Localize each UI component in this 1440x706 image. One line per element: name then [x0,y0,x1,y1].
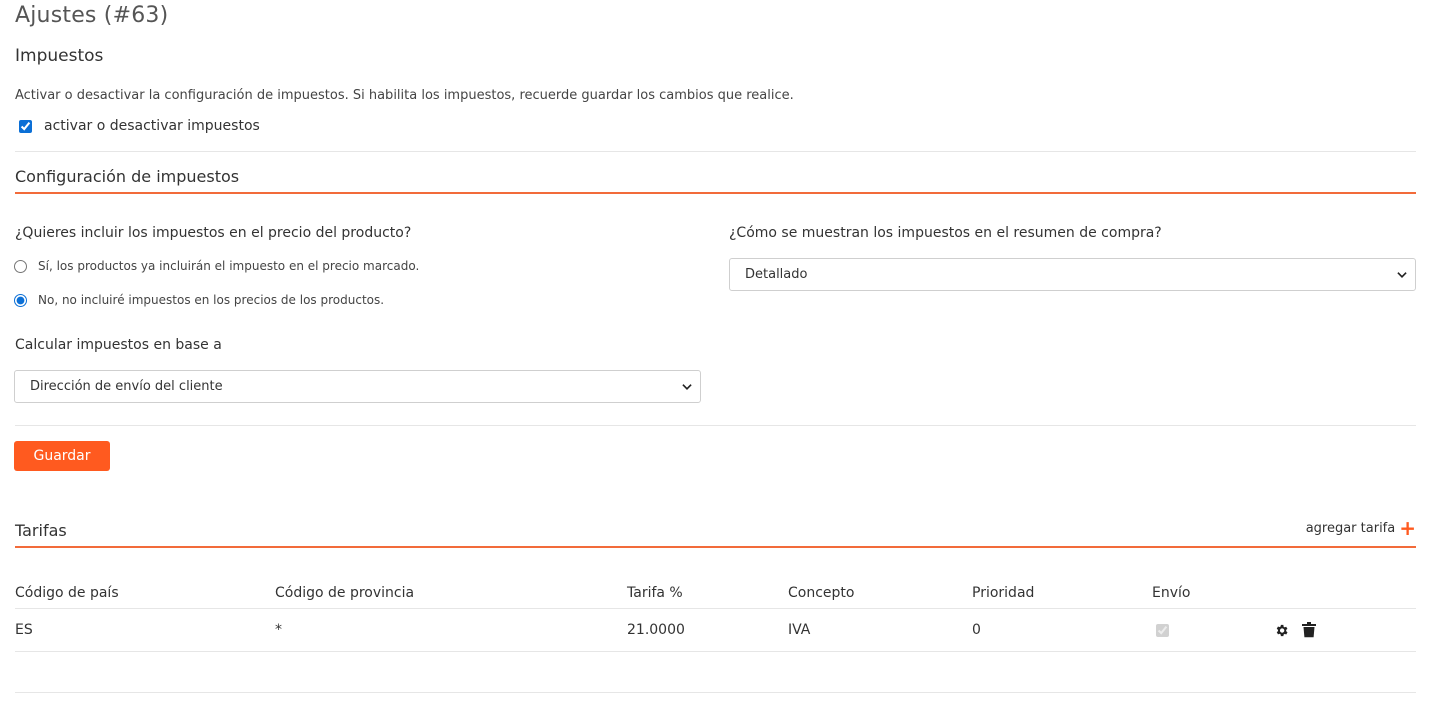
save-button[interactable]: Guardar [14,441,110,471]
enable-taxes-toggle[interactable]: activar o desactivar impuestos [19,118,260,134]
include-tax-yes-radio[interactable] [14,259,27,273]
col-header-priority: Prioridad [972,585,1035,601]
divider [15,692,1416,693]
cell-rate: 21.0000 [627,622,685,638]
enable-taxes-label: activar o desactivar impuestos [44,118,260,134]
config-section-underline [15,192,1416,194]
chevron-down-icon [1397,270,1407,280]
chevron-down-icon [682,382,692,392]
plus-icon: + [1399,516,1416,540]
trash-icon[interactable] [1301,622,1317,638]
col-header-shipping: Envío [1152,585,1191,601]
tax-settings-page: Ajustes (#63) Impuestos Activar o desact… [0,0,1440,706]
display-tax-question: ¿Cómo se muestran los impuestos en el re… [729,225,1162,241]
calc-basis-value: Dirección de envío del cliente [30,379,223,394]
display-tax-value: Detallado [745,267,808,282]
include-tax-yes-label: Sí, los productos ya incluirán el impues… [38,259,420,273]
add-rate-link[interactable]: agregar tarifa + [1305,516,1416,540]
cell-country: ES [15,622,33,638]
cell-province: * [275,622,282,638]
table-row-divider [15,651,1416,652]
col-header-country: Código de país [15,585,119,601]
taxes-help-text: Activar o desactivar la configuración de… [15,88,794,103]
include-tax-question: ¿Quieres incluir los impuestos en el pre… [15,225,412,241]
calc-basis-label: Calcular impuestos en base a [15,337,222,353]
display-tax-select[interactable]: Detallado [729,258,1416,291]
include-tax-no-radio[interactable] [14,293,27,307]
rates-section-underline [15,546,1416,548]
add-rate-label: agregar tarifa [1305,520,1396,536]
config-section-title: Configuración de impuestos [15,167,240,186]
taxes-section-title: Impuestos [15,46,104,66]
gear-icon[interactable] [1273,622,1289,638]
cell-shipping-checkbox [1156,624,1169,637]
include-tax-option-yes[interactable]: Sí, los productos ya incluirán el impues… [14,259,419,273]
cell-concept: IVA [788,622,811,638]
col-header-concept: Concepto [788,585,855,601]
enable-taxes-checkbox[interactable] [19,119,32,133]
divider [15,151,1416,152]
include-tax-no-label: No, no incluiré impuestos en los precios… [38,293,385,307]
col-header-rate: Tarifa % [627,585,683,601]
include-tax-option-no[interactable]: No, no incluiré impuestos en los precios… [14,293,384,307]
page-title: Ajustes (#63) [15,3,169,28]
divider [15,425,1416,426]
cell-priority: 0 [972,622,981,638]
calc-basis-select[interactable]: Dirección de envío del cliente [14,370,701,403]
table-header-divider [15,608,1416,609]
col-header-province: Código de provincia [275,585,415,601]
rates-section-title: Tarifas [15,521,67,540]
